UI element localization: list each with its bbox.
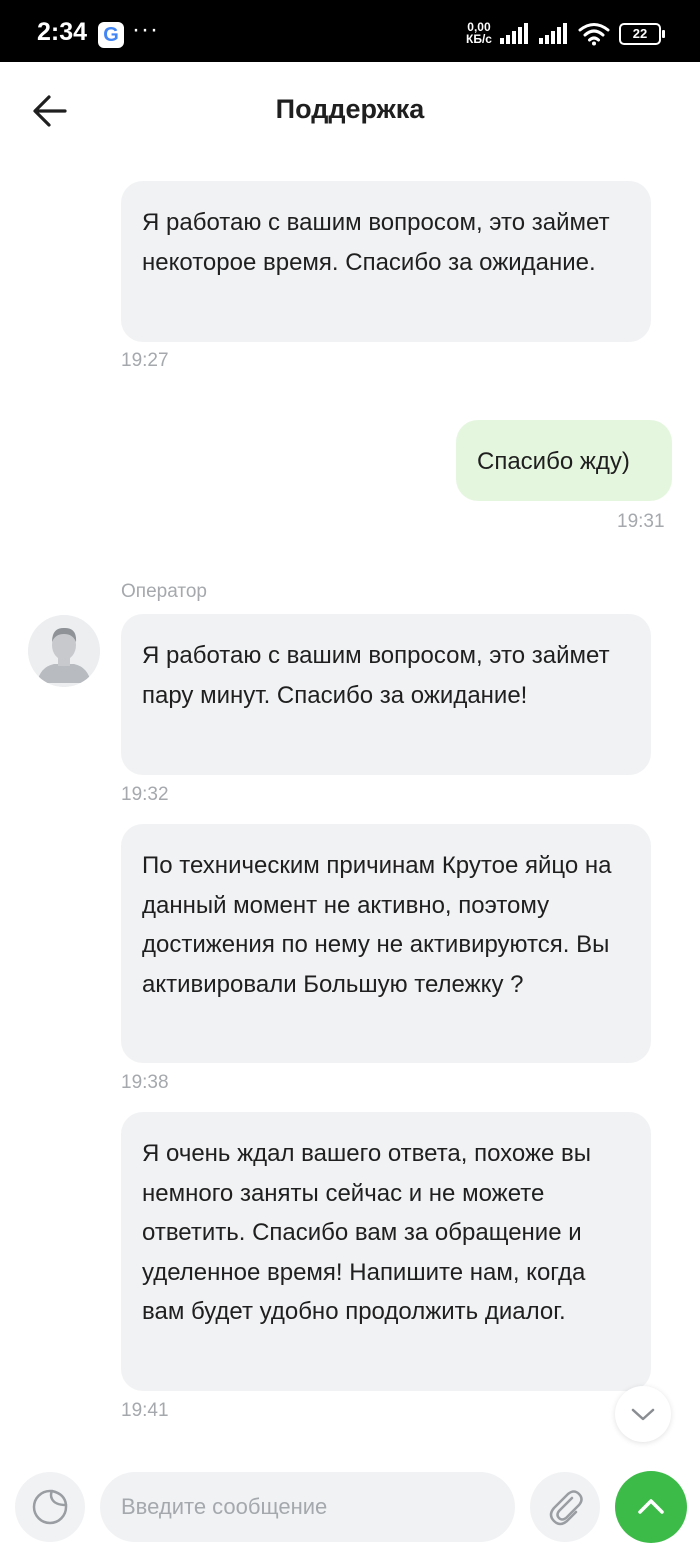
message-bubble-operator: Я очень ждал вашего ответа, похоже вы не… (121, 1112, 651, 1391)
chevron-down-icon (631, 1408, 655, 1421)
wifi-icon (578, 23, 610, 46)
avatar (28, 615, 100, 687)
message-text: Я очень ждал вашего ответа, похоже вы не… (142, 1140, 592, 1325)
chevron-up-icon (638, 1499, 664, 1514)
message-time: 19:41 (121, 1400, 169, 1421)
message-time: 19:38 (121, 1072, 169, 1093)
message-bubble-operator: По техническим причинам Крутое яйцо на д… (121, 824, 651, 1063)
scroll-down-button[interactable] (615, 1386, 671, 1442)
message-time: 19:32 (121, 784, 169, 805)
sticker-icon (32, 1489, 68, 1525)
send-button[interactable] (615, 1471, 687, 1543)
page-title: Поддержка (275, 94, 425, 124)
message-text: Я работаю с вашим вопросом, это займет п… (142, 642, 610, 709)
message-bubble-user: Спасибо жду) (456, 420, 672, 501)
avatar-icon (28, 615, 100, 687)
message-bubble-operator: Я работаю с вашим вопросом, это займет п… (121, 614, 651, 775)
battery-icon: 22 (619, 23, 665, 45)
message-text: Я работаю с вашим вопросом, это займет н… (142, 209, 610, 276)
message-text: По техническим причинам Крутое яйцо на д… (142, 852, 612, 998)
attach-button[interactable] (530, 1472, 600, 1542)
sender-name: Оператор (121, 581, 207, 602)
message-time: 19:31 (617, 511, 665, 532)
status-time: 2:34 (37, 18, 88, 46)
message-input[interactable] (100, 1472, 515, 1542)
signal-icon (539, 23, 567, 44)
message-bubble-operator: Я работаю с вашим вопросом, это займет н… (121, 181, 651, 342)
more-notifications-icon: ··· (132, 16, 159, 43)
network-speed-unit: КБ/с (466, 32, 492, 46)
paperclip-icon (549, 1490, 583, 1526)
sticker-button[interactable] (15, 1472, 85, 1542)
signal-icon (500, 23, 528, 44)
status-bar: 2:34 G ··· 0,00 КБ/с 22 (0, 0, 700, 62)
google-icon: G (98, 22, 124, 48)
battery-level: 22 (632, 26, 648, 41)
network-speed: 0,00 КБ/с (466, 21, 492, 45)
message-time: 19:27 (121, 350, 169, 371)
message-text: Спасибо жду) (477, 448, 630, 475)
